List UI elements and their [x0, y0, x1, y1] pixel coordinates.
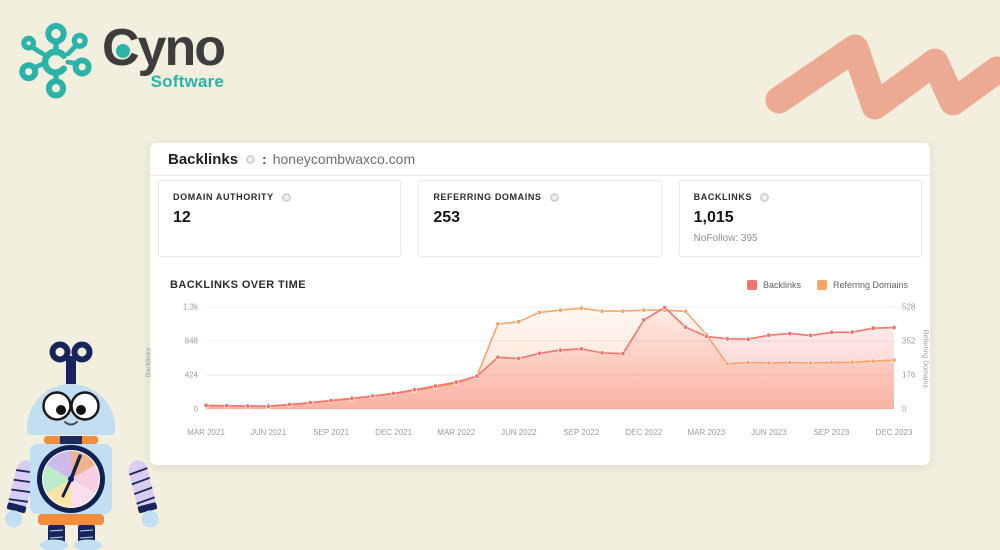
metric-value: 12	[173, 209, 386, 227]
metrics-row: DOMAIN AUTHORITY 12 REFERRING DOMAINS 25…	[158, 180, 922, 257]
svg-text:528: 528	[902, 303, 916, 312]
svg-text:0: 0	[194, 405, 199, 414]
referring-domains-swatch-icon	[817, 280, 827, 290]
analyzed-domain: honeycombwaxco.com	[273, 151, 415, 167]
legend-item-referring-domains[interactable]: Referring Domains	[817, 280, 908, 290]
chart-title: BACKLINKS OVER TIME	[170, 279, 306, 291]
svg-text:DEC 2022: DEC 2022	[625, 428, 662, 437]
info-icon[interactable]	[760, 193, 769, 202]
page: { "brand": { "name": "Cyno", "subtitle":…	[0, 0, 1000, 550]
svg-text:JUN 2022: JUN 2022	[501, 428, 537, 437]
svg-text:SEP 2023: SEP 2023	[814, 428, 850, 437]
metric-label: DOMAIN AUTHORITY	[173, 192, 274, 202]
brand-logo: Cyno Software	[18, 22, 224, 100]
card-header: Backlinks : honeycombwaxco.com	[150, 143, 930, 176]
metric-label: REFERRING DOMAINS	[433, 192, 541, 202]
metric-label: BACKLINKS	[694, 192, 752, 202]
svg-text:JUN 2021: JUN 2021	[251, 428, 287, 437]
svg-text:SEP 2021: SEP 2021	[313, 428, 349, 437]
svg-text:848: 848	[185, 337, 199, 346]
svg-text:424: 424	[185, 371, 199, 380]
svg-text:MAR 2022: MAR 2022	[437, 428, 475, 437]
svg-text:MAR 2021: MAR 2021	[187, 428, 225, 437]
metric-value: 1,015	[694, 209, 907, 227]
metric-domain-authority: DOMAIN AUTHORITY 12	[158, 180, 401, 257]
svg-text:1.3k: 1.3k	[183, 303, 199, 312]
molecule-logo-icon	[18, 22, 94, 100]
svg-text:SEP 2022: SEP 2022	[563, 428, 599, 437]
info-icon[interactable]	[550, 193, 559, 202]
left-axis-title: Backlinks	[145, 348, 152, 378]
svg-text:176: 176	[902, 371, 916, 380]
squiggle-decoration	[765, 14, 1000, 124]
legend-item-backlinks[interactable]: Backlinks	[747, 280, 801, 290]
svg-text:DEC 2023: DEC 2023	[876, 428, 913, 437]
robot-illustration	[2, 338, 162, 550]
brand-c-dot	[116, 44, 130, 58]
chart-legend: Backlinks Referring Domains	[747, 280, 908, 290]
svg-text:352: 352	[902, 337, 916, 346]
metric-note: NoFollow: 395	[694, 233, 907, 244]
right-axis-title: Referring Domains	[922, 330, 929, 396]
backlinks-over-time-chart: 0 0 424 176 848 352 1.3k 528 MAR 2021 JUN 2021 SEP…	[150, 295, 930, 455]
svg-text:DEC 2021: DEC 2021	[375, 428, 412, 437]
svg-text:0: 0	[902, 405, 907, 414]
line-chart-canvas[interactable]: 0 0 424 176 848 352 1.3k 528 MAR 2021 JUN 2021 SEP…	[160, 295, 920, 447]
svg-text:JUN 2023: JUN 2023	[751, 428, 787, 437]
info-icon[interactable]	[246, 155, 255, 164]
svg-text:MAR 2023: MAR 2023	[687, 428, 725, 437]
card-title: Backlinks	[168, 151, 238, 168]
info-icon[interactable]	[282, 193, 291, 202]
metric-value: 253	[433, 209, 646, 227]
title-separator: :	[262, 151, 267, 167]
backlinks-swatch-icon	[747, 280, 757, 290]
robot-clock-face	[43, 451, 99, 507]
backlinks-report-card: Backlinks : honeycombwaxco.com DOMAIN AU…	[150, 143, 930, 465]
metric-referring-domains: REFERRING DOMAINS 253	[418, 180, 661, 257]
metric-backlinks: BACKLINKS 1,015 NoFollow: 395	[679, 180, 922, 257]
